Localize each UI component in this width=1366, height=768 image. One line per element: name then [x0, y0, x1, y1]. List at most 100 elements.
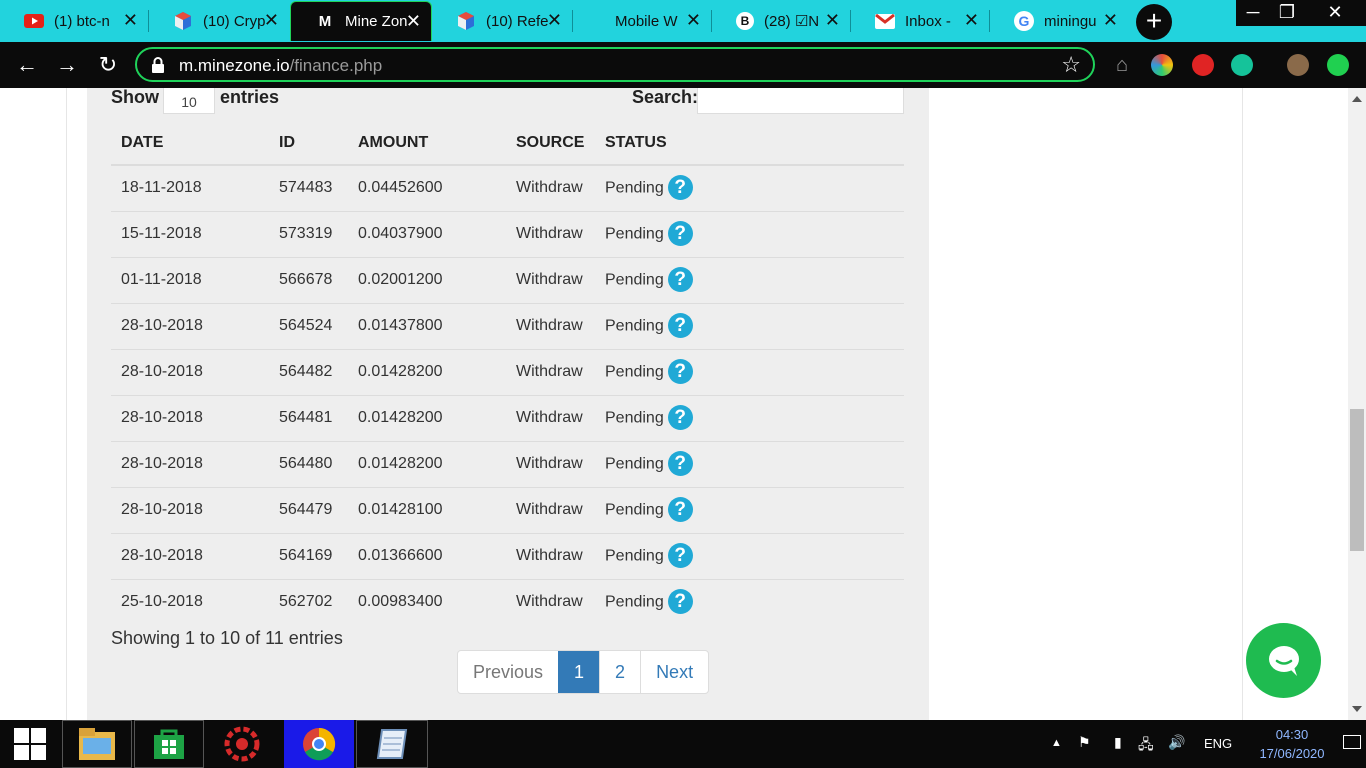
browser-tab-strip: (1) btc-n ✕ (10) Cryp ✕ M Mine Zon ✕ (10… — [0, 0, 1366, 42]
new-tab-button[interactable]: + — [1136, 4, 1172, 40]
forward-button[interactable]: → — [54, 52, 80, 78]
date-cell: 28-10-2018 — [111, 533, 269, 580]
clock[interactable]: 04:30 17/06/2020 — [1254, 725, 1330, 763]
status-cell: Pending? — [595, 165, 904, 212]
close-tab-icon[interactable]: ✕ — [123, 10, 138, 31]
source-cell: Withdraw — [516, 593, 583, 611]
column-header-status[interactable]: STATUS — [595, 122, 904, 166]
tab-crypto[interactable]: (10) Cryp ✕ — [149, 1, 289, 41]
date-cell: 15-11-2018 — [111, 211, 269, 258]
status-text: Pending — [605, 317, 664, 335]
question-mark-icon[interactable]: ? — [667, 174, 693, 200]
question-mark-icon[interactable]: ? — [667, 312, 693, 338]
update-arrow-icon[interactable] — [1327, 54, 1349, 76]
table-row: 28-10-2018 564479 0.01428100 Withdraw Pe… — [111, 487, 904, 534]
page-1-button[interactable]: 1 — [558, 651, 600, 693]
chat-button[interactable] — [1246, 623, 1321, 698]
amount-cell: 0.02001200 — [348, 257, 506, 304]
taskbar-file-explorer[interactable] — [62, 720, 132, 768]
google-icon: G — [1014, 11, 1034, 31]
tab-referral[interactable]: (10) Refe ✕ — [432, 1, 572, 41]
vertical-scrollbar[interactable] — [1348, 88, 1366, 720]
taskbar-game-app[interactable] — [206, 720, 276, 768]
cube-icon — [173, 11, 193, 31]
status-text: Pending — [605, 593, 664, 611]
status-text: Pending — [605, 363, 664, 381]
scroll-down-arrow-icon[interactable] — [1352, 706, 1362, 712]
close-tab-icon[interactable]: ✕ — [825, 10, 840, 31]
page-2-button[interactable]: 2 — [599, 651, 640, 693]
close-tab-icon[interactable]: ✕ — [264, 10, 279, 31]
bookmark-star-icon[interactable]: ☆ — [1061, 52, 1081, 78]
tab-google[interactable]: G miningu ✕ — [990, 1, 1128, 41]
restore-button[interactable]: ❐ — [1270, 0, 1304, 26]
date-cell: 18-11-2018 — [111, 165, 269, 212]
question-mark-icon[interactable]: ? — [667, 450, 693, 476]
question-mark-icon[interactable]: ? — [667, 358, 693, 384]
taskbar-chrome[interactable] — [284, 720, 354, 768]
question-mark-icon[interactable]: ? — [667, 542, 693, 568]
column-header-date[interactable]: DATE — [111, 122, 269, 166]
page-length-select[interactable]: 10 — [163, 88, 215, 114]
source-cell: Withdraw — [506, 303, 595, 350]
back-button[interactable]: ← — [14, 52, 40, 78]
network-icon[interactable]: 🖧 — [1138, 734, 1154, 758]
tab-b[interactable]: B (28) ☑N ✕ — [712, 1, 850, 41]
question-mark-icon[interactable]: ? — [667, 588, 693, 614]
scroll-up-arrow-icon[interactable] — [1352, 96, 1362, 102]
column-header-id[interactable]: ID — [269, 122, 348, 166]
close-tab-icon[interactable]: ✕ — [964, 10, 979, 31]
start-button[interactable] — [0, 720, 60, 768]
address-bar[interactable]: m.minezone.io/finance.php ☆ — [135, 47, 1095, 82]
scrollbar-thumb[interactable] — [1350, 409, 1364, 551]
battery-icon[interactable]: ▮ — [1114, 734, 1122, 751]
tab-mobile[interactable]: Mobile W ✕ — [573, 1, 711, 41]
home-icon[interactable]: ⌂ — [1109, 52, 1135, 78]
extension-colorful-icon[interactable] — [1151, 54, 1173, 76]
question-mark-icon[interactable]: ? — [667, 266, 693, 292]
grammarly-icon[interactable] — [1231, 54, 1253, 76]
taskbar-notepad[interactable] — [356, 720, 428, 768]
status-cell: Pending? — [595, 487, 904, 534]
column-header-amount[interactable]: AMOUNT — [348, 122, 506, 166]
close-tab-icon[interactable]: ✕ — [686, 10, 701, 31]
date-cell: 01-11-2018 — [111, 257, 269, 304]
close-tab-icon[interactable]: ✕ — [547, 10, 562, 31]
search-input[interactable] — [697, 88, 904, 114]
volume-icon[interactable]: 🔊 — [1168, 734, 1185, 751]
page-content: Show 10 entries Search: DATE ID AMOUNT S… — [0, 88, 1348, 720]
close-window-button[interactable]: ✕ — [1304, 0, 1366, 26]
profile-avatar[interactable] — [1287, 54, 1309, 76]
minimize-button[interactable]: ─ — [1236, 0, 1270, 26]
question-mark-icon[interactable]: ? — [667, 404, 693, 430]
show-label: Show — [111, 88, 159, 107]
taskbar-store[interactable] — [134, 720, 204, 768]
left-rail — [66, 88, 67, 720]
notifications-icon[interactable] — [1343, 735, 1361, 749]
question-mark-icon[interactable]: ? — [667, 496, 693, 522]
column-header-source[interactable]: SOURCE — [506, 122, 595, 166]
table-row: 28-10-2018 564481 0.01428200 Withdraw Pe… — [111, 395, 904, 442]
lock-icon — [152, 57, 164, 73]
tab-inbox[interactable]: Inbox - ✕ — [851, 1, 989, 41]
id-cell: 564480 — [269, 441, 348, 488]
extension-stop-hand-icon[interactable] — [1192, 54, 1214, 76]
close-tab-icon[interactable]: ✕ — [406, 11, 421, 32]
table-row: 15-11-2018 573319 0.04037900 Withdraw Pe… — [111, 211, 904, 258]
language-indicator[interactable]: ENG — [1204, 736, 1232, 751]
amount-cell: 0.01437800 — [348, 303, 506, 350]
close-tab-icon[interactable]: ✕ — [1103, 10, 1118, 31]
show-hidden-icons-icon[interactable]: ▲ — [1051, 737, 1062, 749]
tab-youtube[interactable]: (1) btc-n ✕ — [0, 1, 148, 41]
reload-button[interactable]: ↻ — [95, 52, 121, 78]
next-page-button[interactable]: Next — [640, 651, 708, 693]
previous-page-button[interactable]: Previous — [458, 651, 558, 693]
flag-icon[interactable]: ⚑ — [1078, 734, 1091, 751]
status-cell: Pending? — [595, 257, 904, 304]
amount-cell: 0.01428200 — [348, 395, 506, 442]
source-cell: Withdraw — [506, 441, 595, 488]
tab-mine-zone[interactable]: M Mine Zon ✕ — [290, 1, 432, 41]
id-cell: 564481 — [269, 395, 348, 442]
question-mark-icon[interactable]: ? — [667, 220, 693, 246]
amount-cell: 0.01428200 — [348, 349, 506, 396]
